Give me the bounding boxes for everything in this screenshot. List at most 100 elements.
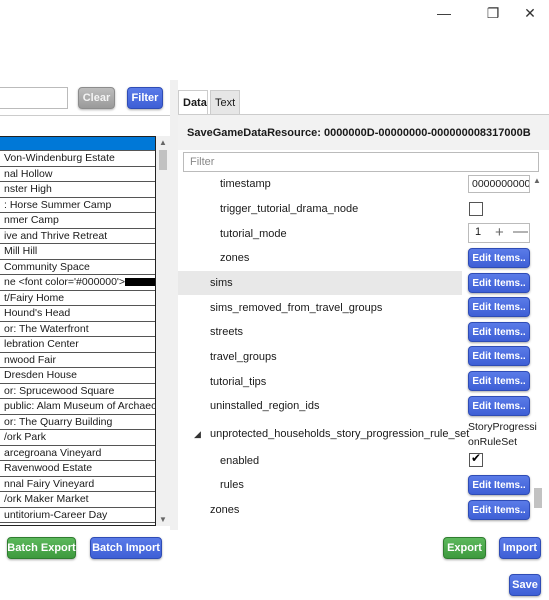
scroll-thumb[interactable] [534,488,542,508]
tree-row-tutorial-tips[interactable]: tutorial_tips [178,370,462,394]
edit-items-button-zones-2[interactable]: Edit Items.. [468,500,530,520]
tree-row-zones-2[interactable]: zones [178,498,462,522]
list-item[interactable]: untitorium-Career Day [0,508,155,523]
list-item[interactable]: Ravenwood Estate [0,461,155,477]
edit-items-button-uninstalled-region-ids[interactable]: Edit Items.. [468,396,530,416]
scroll-up-icon[interactable]: ▲ [533,176,541,185]
list-item-label: or: Sprucewood Square [4,384,115,397]
tree-row-label: trigger_tutorial_drama_node [220,203,359,215]
tree-row-tutorial-mode[interactable]: tutorial_mode [178,222,462,246]
scroll-thumb[interactable] [159,150,167,170]
redacted-block [125,278,155,287]
batch-import-button[interactable]: Batch Import [90,537,162,559]
edit-items-button-streets[interactable]: Edit Items.. [468,322,530,342]
rule-set-type-line2: onRuleSet [468,436,518,448]
tutorial-mode-stepper[interactable]: 1 + — [468,223,530,243]
import-button[interactable]: Import [499,537,541,559]
list-item-label: arcegroana Vineyard [4,446,102,459]
list-scrollbar[interactable]: ▲ ▼ [156,136,170,526]
panel-splitter[interactable] [170,80,178,530]
list-item[interactable]: nal Hollow [0,167,155,182]
list-item-label: nal Hollow [4,167,53,180]
resource-title: SaveGameDataResource: 0000000D-00000000-… [187,127,531,139]
edit-items-button-travel-groups[interactable]: Edit Items.. [468,346,530,366]
scroll-up-icon[interactable]: ▲ [156,138,170,147]
expand-arrow-icon[interactable]: ◢ [194,422,201,446]
batch-export-button[interactable]: Batch Export [7,537,76,559]
list-item[interactable]: or: Sprucewood Square [0,384,155,399]
tree-row-sims[interactable]: sims [178,271,462,295]
search-input[interactable] [0,87,68,109]
tree-row-label: streets [210,326,244,338]
list-item[interactable]: lebration Center [0,337,155,353]
plus-icon[interactable]: + [495,224,504,241]
enabled-checkbox[interactable] [469,451,483,467]
list-item[interactable]: arcegroana Vineyard [0,446,155,461]
list-item[interactable]: /ork Maker Market [0,492,155,508]
list-item[interactable]: nnal Fairy Vineyard [0,477,155,492]
stepper-value: 1 [475,226,482,238]
tree-row-travel-groups[interactable]: travel_groups [178,345,462,369]
tree-row-sims-removed-from-travel-groups[interactable]: sims_removed_from_travel_groups [178,296,462,320]
list-item-label: t/Fairy Home [4,291,65,304]
list-item[interactable]: /ork Park [0,430,155,446]
trigger-tutorial-checkbox[interactable] [469,202,483,216]
list-item[interactable]: Von-Windenburg Estate [0,151,155,167]
list-item[interactable]: : Horse Summer Camp [0,198,155,213]
tree-row-label: sims [210,277,233,289]
list-item[interactable]: Community Space [0,260,155,275]
edit-items-button-sims[interactable]: Edit Items.. [468,273,530,293]
restore-icon[interactable]: ❐ [473,0,513,26]
edit-items-button-tutorial-tips[interactable]: Edit Items.. [468,371,530,391]
list-item[interactable]: Dresden House [0,368,155,384]
edit-items-button-zones[interactable]: Edit Items.. [468,248,530,268]
list-item[interactable]: nwood Fair [0,353,155,368]
minus-icon[interactable]: — [513,223,528,240]
tree-row-label: timestamp [220,178,271,190]
close-glyph: ✕ [524,4,536,21]
list-item[interactable]: ive and Thrive Retreat [0,229,155,244]
scroll-down-icon[interactable]: ▼ [156,515,170,524]
list-item[interactable]: Hound's Head [0,306,155,322]
timestamp-value-field[interactable]: 0000000000 [468,175,530,193]
resource-header: SaveGameDataResource: 0000000D-00000000-… [178,114,549,150]
list-item[interactable]: Mill Hill [0,244,155,260]
resource-list[interactable]: Von-Windenburg Estate nal Hollow nster Hig… [0,136,156,526]
filter-button[interactable]: Filter [127,87,163,109]
list-item-label: public: Alam Museum of Archaeolo [4,400,155,412]
list-item-label: ive and Thrive Retreat [4,229,108,242]
edit-items-button-sims-removed[interactable]: Edit Items.. [468,297,530,317]
tab-text[interactable]: Text [210,90,240,114]
close-icon[interactable]: ✕ [510,0,549,26]
tree-row-trigger-tutorial-drama-node[interactable]: trigger_tutorial_drama_node [178,197,462,221]
tree-row-zones[interactable]: zones [178,246,462,270]
data-panel: SaveGameDataResource: 0000000D-00000000-… [178,114,549,526]
list-item[interactable]: public: Alam Museum of Archaeolo [0,399,155,415]
list-item[interactable]: or: The Waterfront [0,322,155,337]
tree-row-label: sims_removed_from_travel_groups [210,302,383,314]
save-button[interactable]: Save [509,574,541,596]
tree-filter-input[interactable] [183,152,539,172]
tree-row-unprotected-households-rule-set[interactable]: ◢ unprotected_households_story_progressi… [178,422,469,446]
tree-row-label: tutorial_mode [220,228,287,240]
tree-scrollbar[interactable]: ▲ [532,172,544,512]
list-item[interactable]: or: The Quarry Building [0,415,155,430]
list-item[interactable]: nmer Camp [0,213,155,229]
list-item[interactable] [0,137,155,151]
export-button[interactable]: Export [443,537,486,559]
tree-row-timestamp[interactable]: timestamp [178,172,462,196]
tree-row-rules[interactable]: rules [178,473,462,497]
tree-row-streets[interactable]: streets [178,320,462,344]
list-item[interactable]: t/Fairy Home [0,291,155,306]
clear-button[interactable]: Clear [78,87,115,109]
tree-row-uninstalled-region-ids[interactable]: uninstalled_region_ids [178,394,462,418]
minimize-icon[interactable]: — [424,0,464,26]
tab-data[interactable]: Data [178,90,208,114]
edit-items-button-rules[interactable]: Edit Items.. [468,475,530,495]
list-item[interactable]: nster High [0,182,155,198]
list-item-label: nwood Fair [4,353,56,366]
list-item-label: nster High [4,183,52,195]
tree-row-enabled[interactable]: enabled [178,449,462,473]
list-item-label: Community Space [4,260,90,273]
list-item[interactable]: ne <font color='#000000'> [0,275,155,291]
